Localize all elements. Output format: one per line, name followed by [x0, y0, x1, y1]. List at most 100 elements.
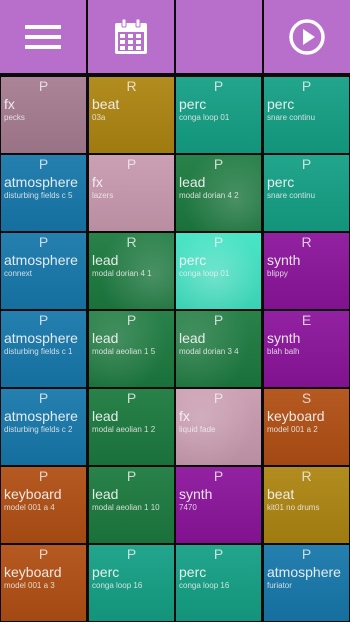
pad-sample-name: modal aeolian 1 2: [92, 425, 156, 434]
sample-pad[interactable]: Plead modal aeolian 1 2: [89, 389, 174, 465]
sample-pad[interactable]: Pfx pecks: [1, 77, 86, 153]
pad-mode-label: R: [301, 468, 312, 484]
pad-sample-name: disturbing fields c 1: [4, 347, 73, 356]
pad-category-label: perc: [179, 252, 207, 268]
sample-pad[interactable]: Esynth blah balh: [264, 311, 349, 387]
sample-pad[interactable]: Pperc snare continu: [264, 155, 349, 231]
pad-mode-label: P: [213, 312, 224, 328]
pad-sample-name: model 001 a 2: [267, 425, 318, 434]
pad-sample-name: conga loop 16: [179, 581, 230, 590]
pad-category-label: beat: [267, 486, 295, 502]
pad-mode-label: P: [38, 78, 49, 94]
sample-pad[interactable]: Patmosphere disturbing fields c 1: [1, 311, 86, 387]
pad-sample-name: lazers: [92, 191, 114, 200]
pad-category-label: keyboard: [267, 408, 325, 424]
sample-pad[interactable]: Pkeyboard model 001 a 3: [1, 545, 86, 621]
pad-mode-label: P: [126, 156, 137, 172]
pad-mode-label: P: [38, 312, 49, 328]
pad-category-label: lead: [179, 174, 206, 190]
pad-mode-label: P: [126, 468, 137, 484]
pad-category-label: synth: [267, 252, 301, 268]
sample-pad[interactable]: Pfx lazers: [89, 155, 174, 231]
sample-pad[interactable]: Plead modal dorian 3 4: [176, 311, 261, 387]
sample-pad[interactable]: Patmosphere furiator: [264, 545, 349, 621]
pad-mode-label: P: [126, 546, 137, 562]
sample-pad[interactable]: Pperc conga loop 01: [176, 77, 261, 153]
pad-sample-name: kit01 no drums: [267, 503, 320, 512]
sample-pad[interactable]: Plead modal aeolian 1 5: [89, 311, 174, 387]
blank-button[interactable]: [176, 0, 262, 73]
pad-mode-label: P: [301, 546, 312, 562]
pad-grid: Pfx pecks Rbeat 03a Pperc conga loop 01 Pperc s…: [0, 77, 350, 622]
pad-category-label: lead: [92, 330, 119, 346]
pad-category-label: fx: [179, 408, 190, 424]
pad-sample-name: conga loop 01: [179, 269, 230, 278]
pad-mode-label: P: [213, 468, 224, 484]
pad-category-label: keyboard: [4, 564, 62, 580]
pad-category-label: perc: [267, 96, 295, 112]
pad-mode-label: R: [301, 234, 312, 250]
pad-category-label: keyboard: [4, 486, 62, 502]
sample-pad[interactable]: Patmosphere disturbing fields c 2: [1, 389, 86, 465]
pad-mode-label: P: [301, 156, 312, 172]
calendar-button[interactable]: [88, 0, 174, 73]
sample-pad[interactable]: Pfx liquid fade: [176, 389, 261, 465]
sample-pad[interactable]: Patmosphere connext: [1, 233, 86, 309]
pad-category-label: fx: [4, 96, 15, 112]
pad-mode-label: P: [301, 78, 312, 94]
pad-category-label: perc: [92, 564, 120, 580]
sample-pad[interactable]: Rbeat kit01 no drums: [264, 467, 349, 543]
pad-mode-label: R: [126, 234, 137, 250]
sample-pad[interactable]: Pperc conga loop 01: [176, 233, 261, 309]
sample-pad[interactable]: Pkeyboard model 001 a 4: [1, 467, 86, 543]
pad-category-label: atmosphere: [4, 408, 78, 424]
sample-pad[interactable]: Rsynth blippy: [264, 233, 349, 309]
sample-pad[interactable]: Rlead modal dorian 4 1: [89, 233, 174, 309]
sample-pad[interactable]: Plead modal aeolian 1 10: [89, 467, 174, 543]
pad-mode-label: P: [213, 156, 224, 172]
play-button[interactable]: [264, 0, 350, 73]
sample-pad[interactable]: Plead modal dorian 4 2: [176, 155, 261, 231]
pad-category-label: perc: [179, 96, 207, 112]
pad-mode-label: P: [38, 390, 49, 406]
pad-category-label: perc: [179, 564, 207, 580]
pad-sample-name: connext: [4, 269, 33, 278]
pad-sample-name: model 001 a 4: [4, 503, 55, 512]
menu-button[interactable]: [0, 0, 86, 73]
pad-mode-label: P: [38, 468, 49, 484]
pad-sample-name: model 001 a 3: [4, 581, 55, 590]
pad-sample-name: furiator: [267, 581, 292, 590]
sample-pad[interactable]: Pperc conga loop 16: [176, 545, 261, 621]
pad-sample-name: modal dorian 4 2: [179, 191, 239, 200]
hamburger-menu-icon: [24, 24, 62, 50]
sample-pad[interactable]: Rbeat 03a: [89, 77, 174, 153]
pad-sample-name: modal aeolian 1 10: [92, 503, 160, 512]
sample-pad[interactable]: Patmosphere disturbing fields c 5: [1, 155, 86, 231]
pad-mode-label: P: [213, 390, 224, 406]
pad-category-label: fx: [92, 174, 103, 190]
pad-category-label: lead: [92, 252, 119, 268]
pad-mode-label: P: [38, 546, 49, 562]
pad-sample-name: snare continu: [267, 113, 316, 122]
pad-sample-name: modal aeolian 1 5: [92, 347, 156, 356]
pad-mode-label: P: [213, 546, 224, 562]
pad-category-label: atmosphere: [4, 330, 78, 346]
pad-category-label: atmosphere: [267, 564, 341, 580]
sample-pad[interactable]: Pperc conga loop 16: [89, 545, 174, 621]
sample-pad[interactable]: Psynth 7470: [176, 467, 261, 543]
pad-category-label: atmosphere: [4, 252, 78, 268]
pad-mode-label: P: [38, 156, 49, 172]
pad-sample-name: liquid fade: [179, 425, 216, 434]
pad-mode-label: S: [301, 390, 312, 406]
pad-sample-name: blah balh: [267, 347, 300, 356]
play-circle-icon: [288, 18, 326, 56]
sample-pad[interactable]: Pperc snare continu: [264, 77, 349, 153]
pad-category-label: lead: [179, 330, 206, 346]
pad-category-label: beat: [92, 96, 120, 112]
pad-category-label: perc: [267, 174, 295, 190]
pad-sample-name: disturbing fields c 2: [4, 425, 73, 434]
pad-category-label: lead: [92, 486, 119, 502]
sample-pad[interactable]: Skeyboard model 001 a 2: [264, 389, 349, 465]
pad-mode-label: P: [38, 234, 49, 250]
pad-category-label: synth: [267, 330, 301, 346]
